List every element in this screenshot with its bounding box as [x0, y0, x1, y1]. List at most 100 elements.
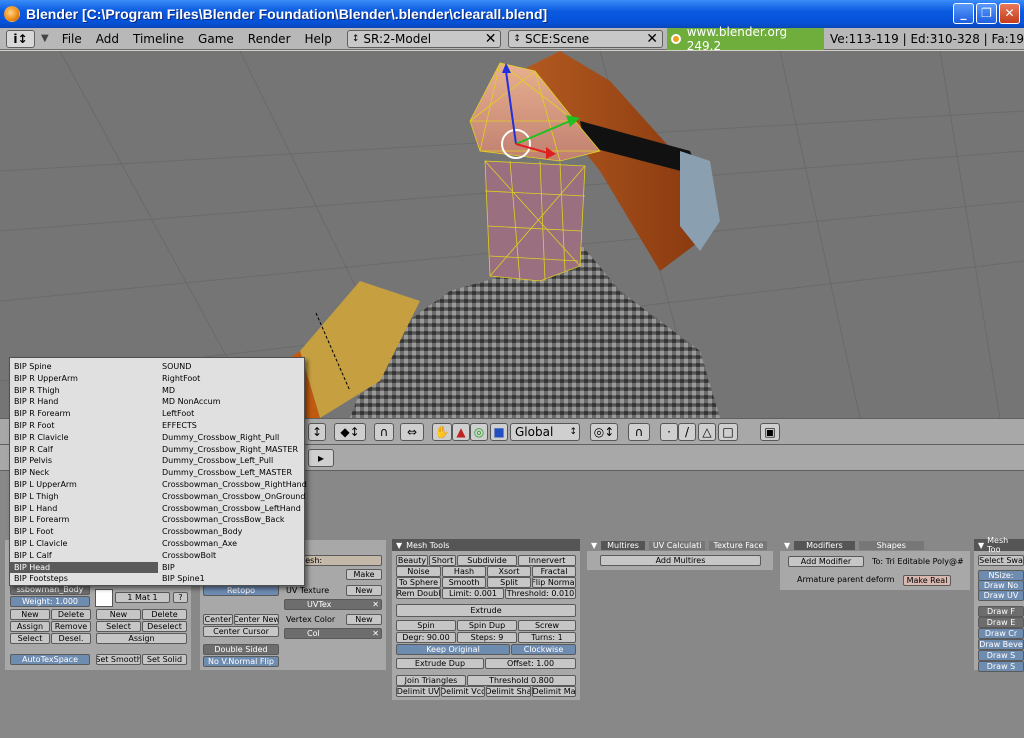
- menu-add[interactable]: Add: [89, 32, 126, 46]
- draw-sharp-toggle[interactable]: Draw S: [978, 661, 1024, 672]
- popup-item-bip-l-thigh[interactable]: BIP L Thigh: [10, 491, 158, 503]
- window-type-info-icon[interactable]: i↕: [6, 29, 35, 48]
- popup-item-bip-l-upperarm[interactable]: BIP L UpperArm: [10, 479, 158, 491]
- keep-original-toggle[interactable]: Keep Original: [396, 644, 510, 655]
- screen-selector[interactable]: ↕ SR:2-Model ✕: [346, 29, 502, 48]
- tab-modifiers[interactable]: Modifiers: [794, 540, 855, 550]
- pivot-icon[interactable]: ∩: [374, 423, 394, 441]
- popup-item-bip-r-foot[interactable]: BIP R Foot: [10, 420, 158, 432]
- split-button[interactable]: Split: [487, 577, 531, 588]
- uv-texture-new-button[interactable]: New: [346, 585, 382, 596]
- popup-item-sound[interactable]: SOUND: [158, 361, 306, 373]
- popup-item-bip-neck[interactable]: BIP Neck: [10, 467, 158, 479]
- draw-edges-toggle[interactable]: Draw E: [978, 617, 1024, 628]
- threshold-field[interactable]: Threshold: 0.010: [505, 588, 576, 599]
- popup-item-bip-l-forearm[interactable]: BIP L Forearm: [10, 514, 158, 526]
- make-button[interactable]: Make: [346, 569, 382, 580]
- select-swap-button[interactable]: Select Swa: [978, 555, 1024, 566]
- material-index-stepper[interactable]: 1 Mat 1: [115, 592, 170, 603]
- retopo-toggle[interactable]: Retopo: [203, 585, 279, 596]
- smooth-button[interactable]: Smooth: [442, 577, 486, 588]
- set-solid-button[interactable]: Set Solid: [142, 654, 187, 665]
- vgroup-deselect-button[interactable]: Desel.: [51, 633, 91, 644]
- screen-delete-icon[interactable]: ✕: [485, 31, 497, 47]
- material-deselect-button[interactable]: Deselect: [142, 621, 187, 632]
- center-button[interactable]: Center: [203, 614, 233, 625]
- delimit-ma-toggle[interactable]: Delimit Ma: [532, 686, 576, 697]
- draw-bevel-toggle[interactable]: Draw Beve: [978, 639, 1024, 650]
- mode-selector-arrow-icon[interactable]: ↕: [308, 423, 326, 441]
- popup-item-dummy-right-master[interactable]: Dummy_Crossbow_Right_MASTER: [158, 444, 306, 456]
- popup-item-crossbow-righthand[interactable]: Crossbowman_Crossbow_RightHand: [158, 479, 307, 491]
- popup-item-dummy-left-master[interactable]: Dummy_Crossbow_Left_MASTER: [158, 467, 306, 479]
- manipulator-icon[interactable]: ■: [490, 423, 508, 441]
- popup-item-bip-r-thigh[interactable]: BIP R Thigh: [10, 385, 158, 397]
- add-modifier-button[interactable]: Add Modifier: [788, 556, 864, 567]
- center-cursor-button[interactable]: Center Cursor: [203, 626, 279, 637]
- rem-doubles-button[interactable]: Rem Doubl: [396, 588, 441, 599]
- transform-orientation-select[interactable]: Global ↕: [510, 423, 580, 441]
- vgroup-assign-button[interactable]: Assign: [10, 621, 50, 632]
- rotate-icon[interactable]: ▲: [452, 423, 470, 441]
- material-color-swatch[interactable]: [95, 589, 113, 607]
- collapse-menu-triangle-icon[interactable]: ▼: [41, 33, 49, 44]
- proportional-edit-icon[interactable]: ◎↕: [590, 423, 618, 441]
- autotexspace-toggle[interactable]: AutoTexSpace: [10, 654, 90, 665]
- uvtex-layer[interactable]: UVTex ✕: [284, 599, 382, 610]
- offset-field[interactable]: Offset: 1.00: [485, 658, 576, 669]
- popup-item-bip-r-hand[interactable]: BIP R Hand: [10, 396, 158, 408]
- hand-grab-icon[interactable]: ✋: [432, 423, 452, 441]
- extrude-dup-button[interactable]: Extrude Dup: [396, 658, 484, 669]
- extrude-button[interactable]: Extrude: [396, 604, 576, 617]
- draw-seams-toggle[interactable]: Draw S: [978, 650, 1024, 661]
- mesh-tools-more-header[interactable]: ▼ Mesh Too: [974, 536, 1024, 554]
- no-vnormal-flip-toggle[interactable]: No V.Normal Flip: [203, 656, 279, 667]
- scene-selector[interactable]: ↕ SCE:Scene ✕: [508, 29, 663, 48]
- menu-help[interactable]: Help: [298, 32, 339, 46]
- popup-item-bip-r-clavicle[interactable]: BIP R Clavicle: [10, 432, 158, 444]
- steps-field[interactable]: Steps: 9: [457, 632, 517, 643]
- draw-uv-toggle[interactable]: Draw UV: [978, 590, 1024, 601]
- flip-normal-button[interactable]: Flip Normal: [532, 577, 576, 588]
- popup-item-bip-l-clavicle[interactable]: BIP L Clavicle: [10, 538, 158, 550]
- center-new-button[interactable]: Center New: [234, 614, 279, 625]
- material-help-button[interactable]: ?: [173, 592, 188, 603]
- popup-item-bip-l-hand[interactable]: BIP L Hand: [10, 503, 158, 515]
- hash-button[interactable]: Hash: [442, 566, 486, 577]
- mesh-name-field[interactable]: lesh:: [300, 555, 382, 566]
- popup-item-rightfoot[interactable]: RightFoot: [158, 373, 306, 385]
- menu-game[interactable]: Game: [191, 32, 241, 46]
- popup-item-bip-head[interactable]: BIP Head: [10, 561, 158, 574]
- menu-render[interactable]: Render: [241, 32, 298, 46]
- set-smooth-button[interactable]: Set Smooth: [96, 654, 141, 665]
- blender-url-badge[interactable]: www.blender.org 249.2: [666, 25, 824, 53]
- spin-button[interactable]: Spin: [396, 620, 456, 631]
- delimit-vco-toggle[interactable]: Delimit Vco: [441, 686, 485, 697]
- popup-item-md-nonaccum[interactable]: MD NonAccum: [158, 396, 306, 408]
- popup-item-leftfoot[interactable]: LeftFoot: [158, 408, 306, 420]
- menu-timeline[interactable]: Timeline: [126, 32, 191, 46]
- popup-item-bip-spine[interactable]: BIP Spine: [10, 361, 158, 373]
- popup-item-crossbow-onground[interactable]: Crossbowman_Crossbow_OnGround: [158, 491, 306, 503]
- popup-item-bip-spine1[interactable]: BIP Spine1: [158, 573, 306, 585]
- vertex-color-new-button[interactable]: New: [346, 614, 382, 625]
- popup-item-crossbow-lefthand[interactable]: Crossbowman_Crossbow_LeftHand: [158, 503, 306, 515]
- popup-item-bip[interactable]: BIP: [158, 562, 306, 574]
- panel-collapse-icon-3[interactable]: ▼: [784, 541, 790, 550]
- popup-item-md[interactable]: MD: [158, 385, 306, 397]
- vgroup-remove-button[interactable]: Remove: [51, 621, 91, 632]
- material-delete-button[interactable]: Delete: [142, 609, 187, 620]
- tab-multires[interactable]: Multires: [601, 540, 645, 550]
- popup-item-effects[interactable]: EFFECTS: [158, 420, 306, 432]
- material-new-button[interactable]: New: [96, 609, 141, 620]
- popup-item-bip-r-upperarm[interactable]: BIP R UpperArm: [10, 373, 158, 385]
- scene-delete-icon[interactable]: ✕: [646, 31, 658, 47]
- vertex-select-mode-icon[interactable]: ·: [660, 423, 678, 441]
- panel-collapse-icon-2[interactable]: ▼: [591, 541, 597, 550]
- popup-item-crossbowman-axe[interactable]: Crossbowman_Axe: [158, 538, 306, 550]
- close-button[interactable]: ✕: [999, 3, 1020, 24]
- limit-selection-visible-icon[interactable]: □: [718, 423, 738, 441]
- limit-field[interactable]: Limit: 0.001: [442, 588, 504, 599]
- popup-item-crossbowman-body[interactable]: Crossbowman_Body: [158, 526, 306, 538]
- popup-item-dummy-left-pull[interactable]: Dummy_Crossbow_Left_Pull: [158, 455, 306, 467]
